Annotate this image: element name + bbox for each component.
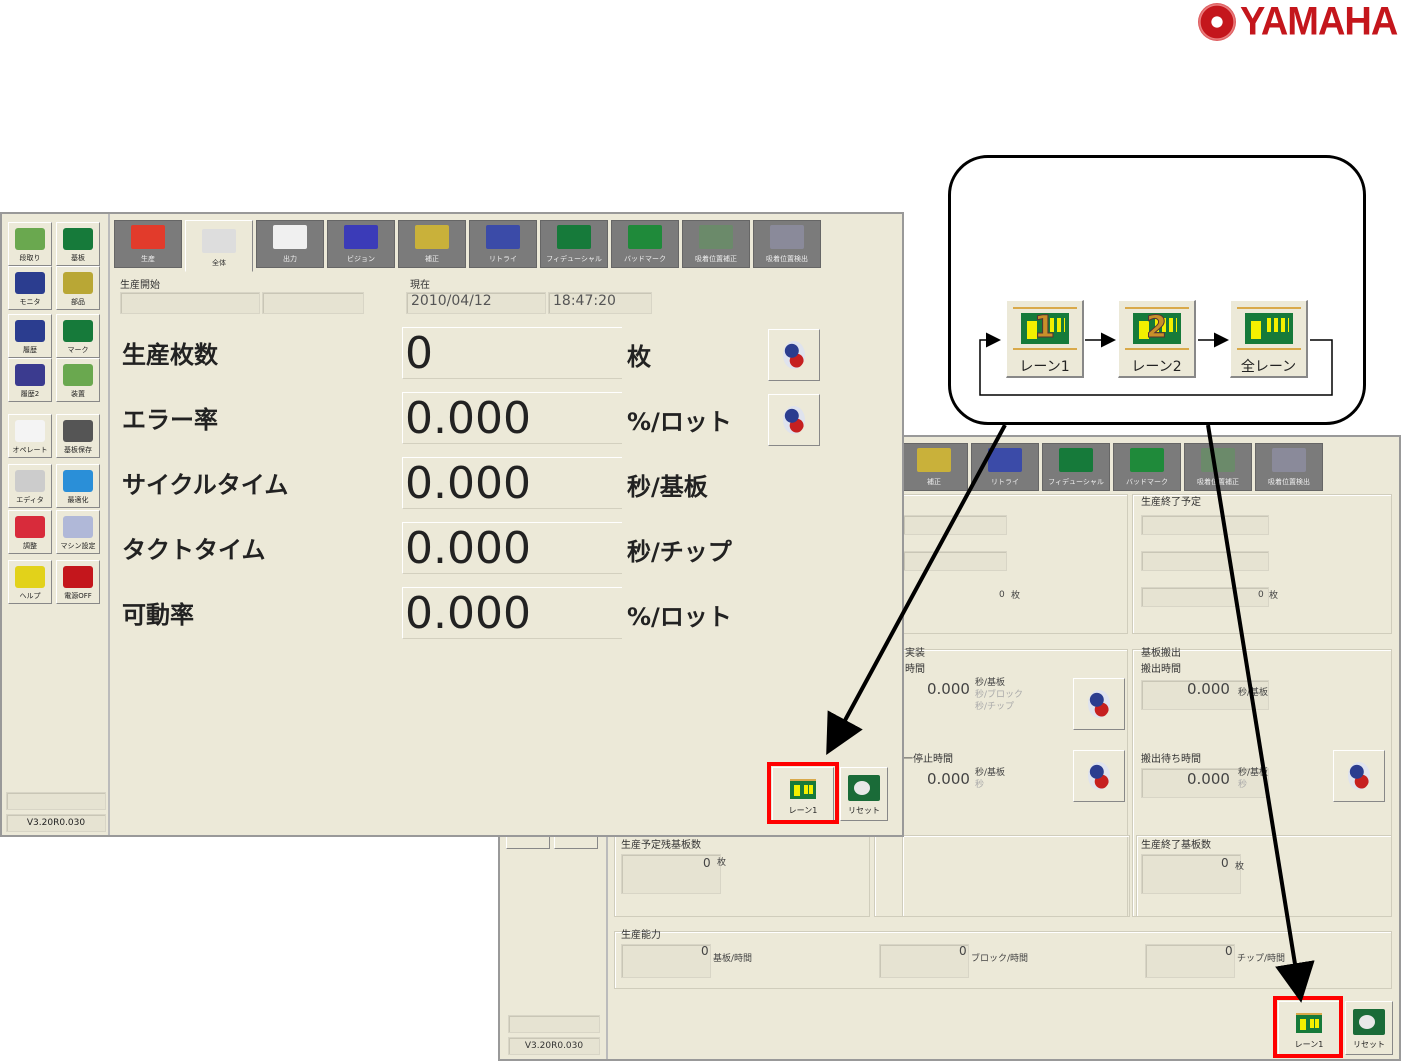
arrows-overlay <box>826 332 1333 1003</box>
arrow-to-front-lane <box>826 424 1007 756</box>
cycle-path <box>979 332 1333 396</box>
arrow-to-back-lane <box>1206 424 1315 1003</box>
